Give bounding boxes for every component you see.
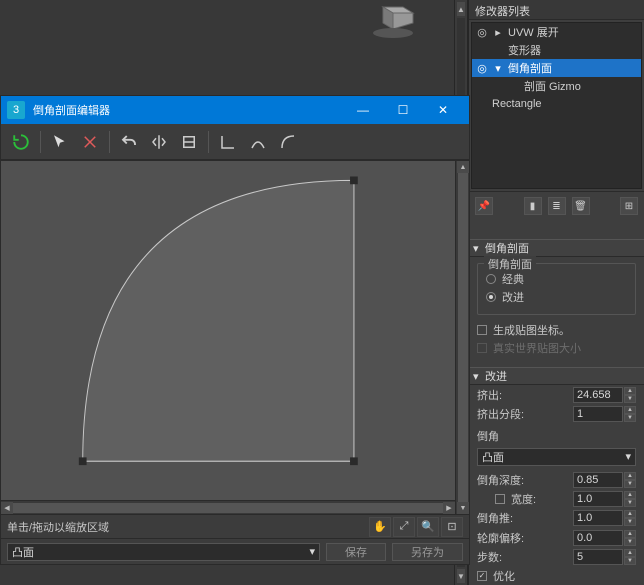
close-button[interactable]: ✕ [423,96,463,124]
modifier-list-header: 修改器列表 [469,0,644,20]
extrude-segs-input[interactable] [573,406,623,422]
bevel-push-input[interactable] [573,510,623,526]
spinner-arrows[interactable]: ▲▼ [624,549,636,565]
rollout-arrow-icon: ▾ [473,370,485,383]
profile-preset-dropdown[interactable]: 凸面 ▾ [7,543,320,561]
smooth-point-icon[interactable] [274,128,302,156]
modifier-gizmo-sub[interactable]: 剖面 Gizmo [472,77,641,95]
spinner-arrows[interactable]: ▲▼ [624,510,636,526]
spinner-arrows[interactable]: ▲▼ [624,472,636,488]
editor-status-bar: 单击/拖动以缩放区域 ✋ ⤢ 🔍 ⊡ [1,514,469,538]
zoom-region-icon[interactable]: ⊡ [441,517,463,537]
chevron-down-icon: ▾ [625,450,631,463]
width-input[interactable] [573,491,623,507]
modifier-stack[interactable]: ◎ ▸ UVW 展开 变形器 ◎ ▾ 倒角剖面 剖面 Gizmo Rectang… [471,22,642,189]
spinner-arrows[interactable]: ▲▼ [624,530,636,546]
viewport-thumbnail [348,0,438,38]
undo-icon[interactable] [115,128,143,156]
steps-input[interactable] [573,549,623,565]
profile-canvas[interactable] [1,161,455,500]
delete-point-icon[interactable] [76,128,104,156]
param-bevel-push: 倒角推: ▲▼ [469,509,644,528]
modifier-deformer[interactable]: 变形器 [472,41,641,59]
mirror-icon[interactable] [145,128,173,156]
vertical-scrollbar[interactable]: ▲ ▼ [455,161,469,514]
save-button[interactable]: 保存 [326,543,386,561]
param-width: 宽度: ▲▼ [469,489,644,508]
bevel-type-dropdown[interactable]: 凸面 ▾ [477,448,636,466]
check-width-enable[interactable] [495,490,511,508]
zoom-extents-icon[interactable]: ⤢ [393,517,415,537]
rollout-arrow-icon: ▾ [473,242,485,255]
make-unique-icon[interactable]: ≣ [548,197,566,215]
modifier-button-bar: 📌 ▮ ≣ 🗑 ⊞ [469,191,644,220]
refresh-icon[interactable] [7,128,35,156]
remove-modifier-icon[interactable]: 🗑 [572,197,590,215]
editor-titlebar[interactable]: 3 倒角剖面编辑器 — ☐ ✕ [1,96,469,124]
outline-offset-input[interactable] [573,530,623,546]
show-end-result-icon[interactable]: ▮ [524,197,542,215]
rollout-advanced[interactable]: ▾ 改进 [469,367,644,385]
editor-title: 倒角剖面编辑器 [33,102,343,118]
param-extrude-segs: 挤出分段: ▲▼ [469,405,644,424]
radio-advanced[interactable]: 改进 [486,288,627,306]
visibility-eye-icon[interactable]: ◎ [474,26,490,39]
base-object-rectangle[interactable]: Rectangle [472,95,641,113]
corner-point-icon[interactable] [214,128,242,156]
radio-classic[interactable]: 经典 [486,270,627,288]
spinner-arrows[interactable]: ▲▼ [624,491,636,507]
check-optimize[interactable]: 优化 [477,567,636,585]
modifier-uvw-unwrap[interactable]: ◎ ▸ UVW 展开 [472,23,641,41]
bevel-group-label: 倒角 [469,424,644,448]
configure-sets-icon[interactable]: ⊞ [620,197,638,215]
horizontal-scrollbar[interactable]: ◀ ▶ [1,500,455,514]
spinner-arrows[interactable]: ▲▼ [624,406,636,422]
minimize-button[interactable]: — [343,96,383,124]
check-generate-uvs[interactable]: 生成贴图坐标。 [477,321,636,339]
snap-icon[interactable] [175,128,203,156]
expand-arrow-icon[interactable]: ▾ [490,62,506,75]
expand-arrow-icon[interactable]: ▸ [490,26,506,39]
param-steps: 步数: ▲▼ [469,548,644,567]
bezier-point-icon[interactable] [244,128,272,156]
save-as-button[interactable]: 另存为 [392,543,463,561]
modifier-bevel-profile[interactable]: ◎ ▾ 倒角剖面 [472,59,641,77]
rollout-bevel-profile[interactable]: ▾ 倒角剖面 [469,239,644,257]
extrude-input[interactable] [573,387,623,403]
visibility-eye-icon[interactable]: ◎ [474,62,490,75]
app-icon: 3 [7,101,25,119]
maximize-button[interactable]: ☐ [383,96,423,124]
editor-bottom-bar: 凸面 ▾ 保存 另存为 [1,538,469,564]
cursor-icon[interactable] [46,128,74,156]
param-extrude: 挤出: ▲▼ [469,385,644,404]
check-realworld-uvs: 真实世界贴图大小 [477,339,636,357]
spinner-arrows[interactable]: ▲▼ [624,387,636,403]
param-bevel-depth: 倒角深度: ▲▼ [469,470,644,489]
group-title: 倒角剖面 [484,256,536,272]
chevron-down-icon: ▾ [309,545,315,558]
pan-icon[interactable]: ✋ [369,517,391,537]
pin-stack-icon[interactable]: 📌 [475,197,493,215]
editor-toolbar [1,124,469,160]
bevel-depth-input[interactable] [573,472,623,488]
bevel-mode-group: 倒角剖面 经典 改进 [477,263,636,315]
param-outline-offset: 轮廓偏移: ▲▼ [469,528,644,547]
zoom-icon[interactable]: 🔍 [417,517,439,537]
